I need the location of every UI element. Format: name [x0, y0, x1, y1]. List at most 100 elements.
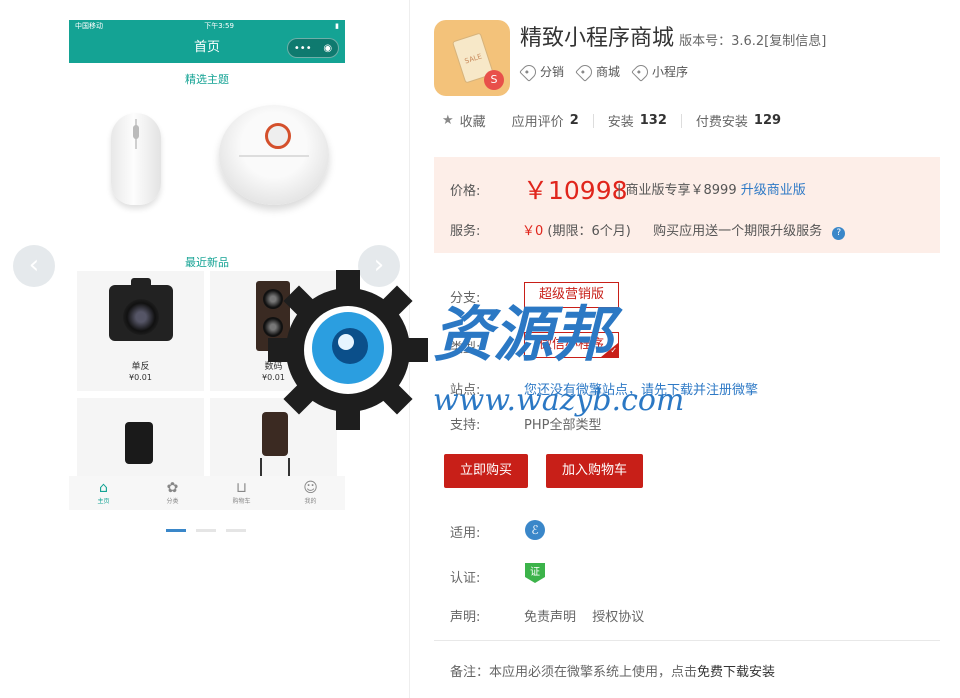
paid-install-label: 付费安装	[695, 115, 748, 130]
battery-icon: ▮	[335, 22, 339, 30]
statement-label: 声明:	[450, 610, 481, 625]
service-info: ￥0 (期限：6个月) 购买应用送一个期限升级服务 ?	[522, 220, 846, 240]
install-label: 安装	[607, 115, 634, 130]
pagination-dot[interactable]	[166, 529, 186, 532]
status-bar: 中国移动 下午3:59 ▮	[69, 20, 345, 32]
app-icon: SALE S	[434, 20, 510, 96]
tag-label: 小程序	[652, 65, 689, 79]
rating-label[interactable]: 应用评价	[512, 111, 564, 130]
featured-theme-banner	[69, 87, 345, 227]
tag-item[interactable]: 分销	[519, 61, 565, 82]
phone-preview: 中国移动 下午3:59 ▮ 首页 ••• ◉ 精选主题 最近新品 单反 ¥0.0…	[69, 20, 345, 510]
service-label: 服务:	[450, 224, 481, 239]
tag-item[interactable]: 小程序	[631, 61, 689, 82]
tag-icon	[575, 61, 595, 82]
status-time: 下午3:59	[204, 22, 234, 30]
new-section-title: 最近新品	[185, 256, 229, 269]
gallery-prev-button[interactable]: ‹	[13, 245, 55, 287]
add-to-cart-button[interactable]: 加入购物车	[546, 454, 644, 488]
robot-vacuum-image	[219, 105, 329, 205]
note-text: 备注：本应用必须在微擎系统上使用，点击	[450, 665, 698, 680]
stats-row: ★ 收藏 应用评价 2 安装 132 付费安装 129	[442, 111, 781, 130]
type-label: 类型:	[450, 341, 481, 356]
tab-label: 我的	[304, 498, 317, 505]
rating-count: 2	[569, 113, 579, 128]
product-name: 单反	[131, 362, 150, 372]
phone-nav-title: 首页	[193, 40, 220, 55]
cert-label: 认证:	[450, 571, 481, 586]
branch-label: 分支:	[450, 291, 481, 306]
favorite-button[interactable]: 收藏	[460, 111, 486, 130]
star-icon[interactable]: ★	[442, 113, 454, 128]
tag-label: 分销	[540, 65, 565, 79]
tag-item[interactable]: 商城	[575, 61, 621, 82]
product-price: ¥0.01	[129, 373, 152, 382]
site-label: 站点:	[450, 383, 481, 398]
paid-install-count: 129	[753, 113, 782, 128]
screenshot-gallery: 中国移动 下午3:59 ▮ 首页 ••• ◉ 精选主题 最近新品 单反 ¥0.0…	[0, 0, 410, 698]
tag-label: 商城	[596, 65, 621, 79]
gallery-pagination	[166, 529, 246, 532]
gallery-next-button[interactable]: ›	[358, 245, 400, 287]
type-option[interactable]: 微信小程序	[524, 332, 620, 358]
buy-now-button[interactable]: 立即购买	[444, 454, 529, 488]
product-card: 单反 ¥0.01	[77, 271, 204, 391]
install-note: 备注：本应用必须在微擎系统上使用，点击免费下载安装	[450, 661, 775, 680]
category-icon: ✿	[166, 480, 179, 496]
pagination-dot[interactable]	[226, 529, 246, 532]
more-icon: •••	[293, 42, 312, 54]
mouse-image	[111, 113, 161, 205]
tab-label: 主页	[97, 498, 110, 505]
section-divider	[434, 640, 940, 641]
tag-icon	[631, 61, 651, 82]
carrier-text: 中国移动	[75, 22, 103, 30]
product-name: 数码	[264, 362, 283, 372]
tag-list: 分销 商城 小程序	[519, 61, 689, 82]
support-label: 支持:	[450, 418, 481, 433]
product-title: 精致小程序商城	[520, 26, 675, 51]
pagination-dot[interactable]	[196, 529, 216, 532]
service-price: ￥0	[522, 224, 544, 239]
applicable-label: 适用:	[450, 526, 481, 541]
phone-navbar: 首页 ••• ◉	[69, 32, 345, 63]
disclaimer-link[interactable]: 免责声明	[524, 610, 576, 625]
page-root: 中国移动 下午3:59 ▮ 首页 ••• ◉ 精选主题 最近新品 单反 ¥0.0…	[0, 0, 960, 698]
miniapp-capsule: ••• ◉	[287, 38, 339, 58]
price-box: 价格: ￥10998 | 商业版专享￥8999 升级商业版 服务: ￥0 (期限…	[434, 157, 940, 253]
tab-cart: ⊔ 购物车	[207, 476, 276, 510]
dslr-camera-image	[109, 278, 173, 341]
divider	[680, 113, 682, 128]
free-download-link[interactable]: 免费下载安装	[697, 665, 775, 680]
help-icon[interactable]: ?	[832, 227, 846, 240]
home-icon: ⌂	[99, 480, 108, 496]
cart-icon: ⊔	[236, 480, 247, 496]
product-card: 数码 ¥0.01	[210, 271, 337, 391]
title-row: 精致小程序商城 版本号：3.6.2[复制信息]	[520, 20, 826, 52]
tab-home: ⌂ 主页	[69, 476, 138, 510]
license-link[interactable]: 授权协议	[592, 610, 644, 625]
branch-option[interactable]: 超级营销版	[524, 282, 620, 308]
business-price-text: | 商业版专享￥8999	[617, 183, 737, 198]
twin-lens-camera-image	[256, 281, 290, 351]
phone-tabbar: ⌂ 主页 ✿ 分类 ⊔ 购物车 ☺ 我的	[69, 476, 345, 510]
price-label: 价格:	[450, 184, 481, 199]
tab-label: 购物车	[232, 498, 251, 505]
user-icon: ☺	[303, 480, 318, 496]
price-value: ￥10998	[523, 176, 628, 205]
site-download-link[interactable]: 您还没有微擎站点，请先下载并注册微擎	[524, 379, 758, 398]
tag-icon	[519, 61, 539, 82]
camera-lens-image	[125, 422, 153, 464]
tab-mine: ☺ 我的	[276, 476, 345, 510]
service-note: 购买应用送一个期限升级服务	[653, 224, 823, 239]
tab-label: 分类	[166, 498, 179, 505]
featured-section-title: 精选主题	[185, 73, 229, 86]
business-price: | 商业版专享￥8999 升级商业版	[617, 179, 806, 198]
tab-category: ✿ 分类	[138, 476, 207, 510]
upgrade-business-link[interactable]: 升级商业版	[741, 183, 806, 198]
service-period: (期限：6个月)	[547, 224, 631, 239]
install-count: 132	[639, 113, 667, 128]
support-value: PHP全部类型	[524, 418, 602, 433]
product-price: ¥0.01	[262, 373, 285, 382]
statement-links: 免责声明 授权协议	[524, 606, 644, 625]
version-info[interactable]: 版本号：3.6.2[复制信息]	[679, 34, 826, 49]
